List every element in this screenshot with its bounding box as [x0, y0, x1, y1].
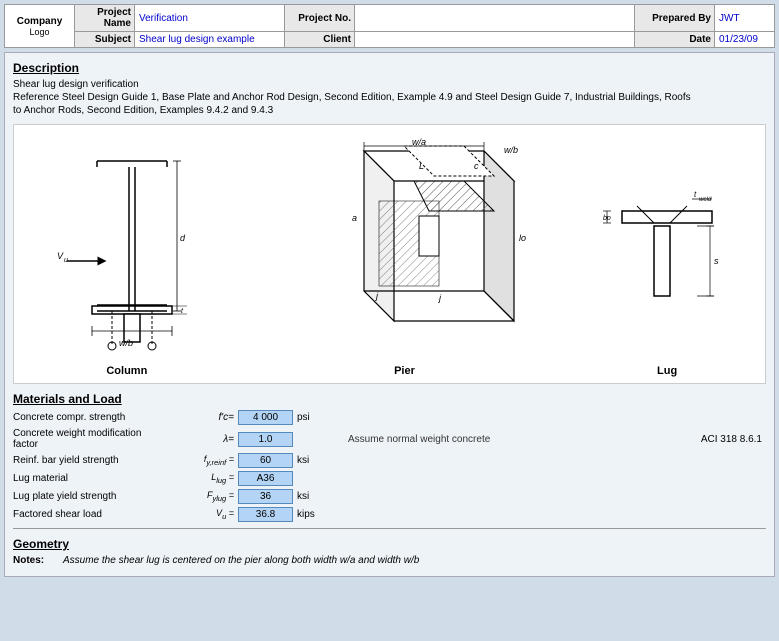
- mat-row-concrete-weight: Concrete weight modificationfactor λ= As…: [13, 428, 766, 450]
- concrete-compr-input[interactable]: [238, 410, 293, 425]
- subject-value: Shear lug design example: [135, 32, 285, 48]
- svg-text:w/b: w/b: [504, 145, 518, 155]
- materials-header: Materials and Load: [13, 392, 766, 406]
- reinf-label: Reinf. bar yield strength: [13, 455, 178, 466]
- subject-label: Subject: [75, 32, 135, 48]
- client-value: [355, 32, 635, 48]
- svg-text:t: t: [694, 190, 697, 199]
- prepared-by-label: Prepared By: [635, 5, 715, 32]
- concrete-weight-ref: ACI 318 8.6.1: [701, 434, 766, 445]
- pier-label: Pier: [394, 365, 415, 377]
- geometry-header: Geometry: [13, 537, 766, 551]
- client-label: Client: [285, 32, 355, 48]
- concrete-compr-label: Concrete compr. strength: [13, 412, 178, 423]
- svg-text:u: u: [64, 257, 68, 264]
- project-name-label: Project Name: [75, 5, 135, 32]
- diagram-area: V u d t w/b: [13, 124, 766, 384]
- logo-label: Logo: [9, 27, 70, 37]
- shear-unit: kips: [293, 509, 328, 520]
- concrete-weight-input[interactable]: [238, 432, 293, 447]
- concrete-compr-symbol: f'c=: [178, 412, 238, 423]
- column-label: Column: [106, 365, 147, 377]
- svg-text:w/a: w/a: [412, 137, 426, 147]
- mat-row-reinf: Reinf. bar yield strength fy,reinf = ksi: [13, 453, 766, 468]
- reinf-symbol: fy,reinf =: [178, 454, 238, 467]
- svg-text:L: L: [419, 161, 424, 171]
- svg-text:c: c: [474, 161, 479, 171]
- reinf-unit: ksi: [293, 455, 328, 466]
- column-svg: V u d t w/b: [47, 131, 207, 361]
- lug-svg: t weld s bp: [602, 131, 732, 361]
- pier-diagram: w/a w/b L c lo a j j: [264, 131, 544, 377]
- description-line2: Reference Steel Design Guide 1, Base Pla…: [13, 92, 766, 103]
- lug-material-label: Lug material: [13, 473, 178, 484]
- project-name-value: Verification: [135, 5, 285, 32]
- date-label: Date: [635, 32, 715, 48]
- svg-text:a: a: [352, 213, 357, 223]
- shear-label: Factored shear load: [13, 509, 178, 520]
- svg-text:d: d: [180, 233, 186, 243]
- lug-diagram: t weld s bp Lug: [602, 131, 732, 377]
- materials-section: Materials and Load Concrete compr. stren…: [13, 392, 766, 522]
- company-label: Company: [9, 16, 70, 27]
- concrete-weight-note: Assume normal weight concrete: [348, 434, 490, 445]
- lug-label: Lug: [657, 365, 677, 377]
- concrete-weight-label: Concrete weight modificationfactor: [13, 428, 178, 450]
- date-value: 01/23/09: [715, 32, 775, 48]
- geometry-notes-text: Assume the shear lug is centered on the …: [63, 555, 419, 566]
- lug-yield-label: Lug plate yield strength: [13, 491, 178, 502]
- column-diagram: V u d t w/b: [47, 131, 207, 377]
- lug-yield-unit: ksi: [293, 491, 328, 502]
- svg-text:w/b: w/b: [119, 338, 133, 348]
- project-no-value: [355, 5, 635, 32]
- lug-yield-input[interactable]: [238, 489, 293, 504]
- svg-text:s: s: [714, 256, 719, 266]
- svg-text:V: V: [57, 251, 64, 261]
- concrete-weight-symbol: λ=: [178, 434, 238, 445]
- lug-yield-symbol: Fylug =: [178, 490, 238, 503]
- svg-text:j: j: [438, 293, 442, 303]
- divider: [13, 528, 766, 529]
- geometry-notes-label: Notes:: [13, 555, 63, 566]
- concrete-compr-unit: psi: [293, 412, 328, 423]
- mat-row-lug-yield: Lug plate yield strength Fylug = ksi: [13, 489, 766, 504]
- mat-row-concrete-compr: Concrete compr. strength f'c= psi: [13, 410, 766, 425]
- logo-cell: Company Logo: [5, 5, 75, 48]
- description-line1: Shear lug design verification: [13, 79, 766, 90]
- lug-material-symbol: Llug =: [178, 472, 238, 485]
- main-content: Description Shear lug design verificatio…: [4, 52, 775, 577]
- project-no-label: Project No.: [285, 5, 355, 32]
- description-header: Description: [13, 61, 766, 75]
- shear-input[interactable]: [238, 507, 293, 522]
- shear-symbol: Vu =: [178, 508, 238, 521]
- svg-text:bp: bp: [603, 215, 611, 222]
- mat-row-shear: Factored shear load Vu = kips: [13, 507, 766, 522]
- lug-material-input[interactable]: [238, 471, 293, 486]
- page: Company Logo Project Name Verification P…: [0, 0, 779, 581]
- pier-svg: w/a w/b L c lo a j j: [264, 131, 544, 361]
- geometry-notes-row: Notes: Assume the shear lug is centered …: [13, 555, 766, 566]
- description-line3: to Anchor Rods, Second Edition, Examples…: [13, 105, 766, 116]
- svg-text:weld: weld: [699, 197, 712, 203]
- prepared-by-value: JWT: [715, 5, 775, 32]
- svg-text:lo: lo: [519, 233, 526, 243]
- geometry-section: Geometry Notes: Assume the shear lug is …: [13, 537, 766, 566]
- header-table: Company Logo Project Name Verification P…: [4, 4, 775, 48]
- reinf-input[interactable]: [238, 453, 293, 468]
- mat-row-lug-material: Lug material Llug =: [13, 471, 766, 486]
